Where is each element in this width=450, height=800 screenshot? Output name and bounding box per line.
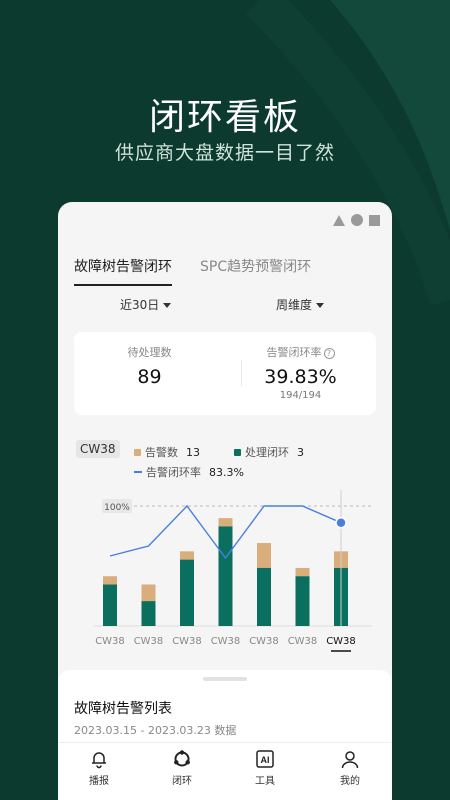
nav-label-tools: 工具 bbox=[255, 776, 275, 787]
hero-title: 闭环看板 bbox=[148, 97, 301, 138]
triangle-icon bbox=[333, 214, 345, 226]
bar-alarm bbox=[103, 576, 117, 585]
selected-rate-point bbox=[335, 516, 347, 529]
square-icon bbox=[369, 214, 380, 226]
pending-stat: 待处理数 89 bbox=[74, 344, 225, 388]
rate-value: 39.83% bbox=[264, 366, 337, 388]
pending-label: 待处理数 bbox=[127, 346, 172, 359]
alarm-swatch bbox=[134, 448, 141, 456]
x-tick-label: CW38 bbox=[172, 636, 202, 647]
hero-subtitle: 供应商大盘数据一目了然 bbox=[114, 142, 335, 164]
dimension-label: 周维度 bbox=[276, 298, 313, 312]
legend-alarm: 告警数 13 bbox=[134, 444, 200, 460]
user-icon bbox=[341, 751, 359, 769]
legend-closed-value: 3 bbox=[297, 445, 304, 459]
stats-card: 待处理数 89 告警闭环率? 39.83% 194/194 bbox=[74, 332, 376, 415]
phone-screen: 故障树告警闭环 SPC趋势预警闭环 近30日 周维度 待处理数 89 告警闭环率… bbox=[58, 202, 392, 800]
bar-alarm bbox=[218, 518, 233, 527]
filter-row: 近30日 周维度 bbox=[58, 296, 392, 316]
pending-value: 89 bbox=[137, 366, 162, 388]
loop-icon bbox=[174, 750, 190, 767]
bar-closed bbox=[141, 601, 156, 626]
bar-closed bbox=[180, 559, 194, 626]
x-tick-label: CW38 bbox=[134, 636, 164, 647]
tab-spc-trend[interactable]: SPC趋势预警闭环 bbox=[200, 256, 311, 286]
sheet-handle[interactable] bbox=[203, 677, 247, 681]
dimension-dropdown[interactable]: 周维度 bbox=[276, 296, 325, 313]
bar-closed bbox=[295, 576, 310, 626]
caret-down-icon bbox=[316, 303, 325, 308]
bar-alarm bbox=[257, 543, 271, 568]
rate-stat: 告警闭环率? 39.83% 194/194 bbox=[225, 344, 376, 401]
bar-closed bbox=[257, 567, 271, 626]
legend-closed: 处理闭环 3 bbox=[234, 444, 304, 460]
legend-rate-value: 83.3% bbox=[209, 465, 244, 479]
reference-label: 100% bbox=[104, 503, 130, 513]
legend-rate-label: 告警闭环率 bbox=[146, 466, 201, 479]
bar-alarm bbox=[295, 567, 310, 577]
nav-item-tools[interactable]: AI 工具 bbox=[240, 749, 290, 787]
range-dropdown[interactable]: 近30日 bbox=[120, 296, 172, 313]
range-label: 近30日 bbox=[120, 298, 160, 312]
legend-rate: 告警闭环率 83.3% bbox=[134, 464, 244, 480]
alarm-chart[interactable]: 100% CW38 CW38 CW38 CW38 CW38 CW38 CW38 bbox=[58, 484, 392, 654]
ai-icon: AI bbox=[256, 750, 274, 768]
bar-alarm bbox=[180, 551, 194, 560]
rate-sub: 194/194 bbox=[279, 390, 322, 401]
help-icon[interactable]: ? bbox=[323, 347, 335, 359]
x-tick-label: CW38 bbox=[288, 636, 318, 647]
chart-legend: CW38 告警数 13 处理闭环 3 告警闭环率 83.3% bbox=[76, 440, 384, 480]
x-tick-label: CW38 bbox=[326, 636, 356, 647]
sheet-title: 故障树告警列表 bbox=[74, 701, 172, 717]
nav-item-broadcast[interactable]: 播报 bbox=[74, 749, 124, 787]
week-badge: CW38 bbox=[76, 440, 120, 458]
circle-icon bbox=[351, 214, 363, 226]
legend-alarm-value: 13 bbox=[186, 445, 200, 459]
legend-alarm-label: 告警数 bbox=[145, 446, 178, 459]
bell-icon bbox=[92, 752, 106, 769]
closed-swatch bbox=[234, 448, 241, 456]
nav-label-loop: 闭环 bbox=[172, 776, 192, 787]
tab-bar: 故障树告警闭环 SPC趋势预警闭环 bbox=[74, 256, 311, 286]
x-tick-label: CW38 bbox=[211, 636, 241, 647]
rate-swatch bbox=[134, 471, 142, 473]
bottom-nav: 播报 闭环 AI 工具 我的 bbox=[58, 742, 392, 800]
rate-label: 告警闭环率 bbox=[266, 346, 322, 359]
nav-item-me[interactable]: 我的 bbox=[325, 749, 375, 787]
nav-item-loop[interactable]: 闭环 bbox=[157, 749, 207, 787]
sheet-date-range: 2023.03.15 - 2023.03.23 数据 bbox=[74, 724, 237, 737]
x-tick-label: CW38 bbox=[95, 636, 125, 647]
tab-fault-tree[interactable]: 故障树告警闭环 bbox=[74, 256, 172, 286]
nav-label-me: 我的 bbox=[340, 776, 360, 787]
bar-alarm bbox=[141, 584, 156, 602]
caret-down-icon bbox=[163, 303, 172, 308]
bar-closed bbox=[218, 526, 233, 626]
legend-closed-label: 处理闭环 bbox=[245, 446, 289, 459]
nav-label-broadcast: 播报 bbox=[89, 776, 109, 787]
bar-closed bbox=[103, 584, 117, 626]
status-bar bbox=[333, 214, 380, 226]
x-tick-label: CW38 bbox=[249, 636, 279, 647]
ai-icon-text: AI bbox=[261, 755, 270, 765]
